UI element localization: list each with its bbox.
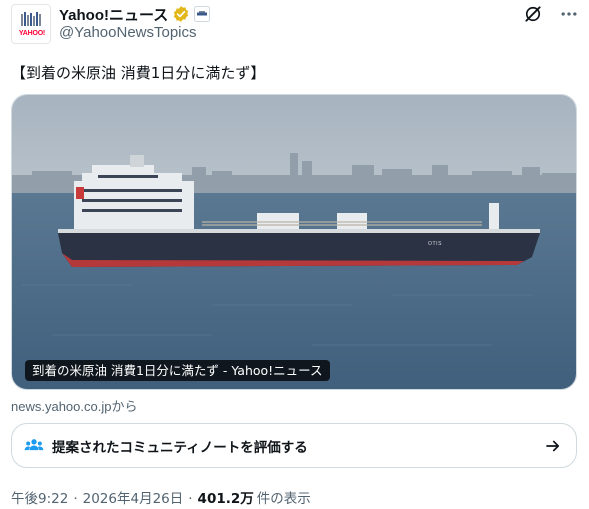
gold-check-icon[interactable] [172,5,190,23]
community-note-label: 提案されたコミュニティノートを評価する [52,439,308,456]
community-note-button[interactable]: 提案されたコミュニティノートを評価する [11,423,577,468]
tweet-time[interactable]: 午後9:22 [11,487,68,507]
display-name[interactable]: Yahoo!ニュース [59,4,168,25]
yahoo-news-logo-icon [20,11,44,27]
name-row: Yahoo!ニュース [59,4,211,25]
header-actions [523,4,579,24]
tweet-header: YAHOO! Yahoo!ニュース @YahooNewsTopics [11,4,579,44]
arrow-right-icon [546,440,560,451]
handle[interactable]: @YahooNewsTopics [59,24,197,41]
tweet-meta: 午後9:22 · 2026年4月26日 · 401.2万 件の表示 [11,487,311,507]
tanker-photo: OTIS [12,95,576,389]
people-icon [24,438,44,450]
svg-text:OTIS: OTIS [428,241,442,247]
square-logo-icon[interactable] [194,6,211,22]
grok-icon[interactable] [523,4,543,24]
media-caption: 到着の米原油 消費1日分に満たず - Yahoo!ニュース [25,360,330,381]
link-source[interactable]: news.yahoo.co.jpから [11,396,137,415]
tweet-date[interactable]: 2026年4月26日 [83,487,184,507]
avatar-logo-text: YAHOO! [18,30,46,37]
tweet-text: 【到着の米原油 消費1日分に満たず】 [11,64,266,82]
view-count-suffix: 件の表示 [256,491,311,507]
more-icon[interactable] [559,4,579,24]
meta-separator: · [188,491,193,507]
view-count[interactable]: 401.2万 [198,487,254,507]
avatar[interactable]: YAHOO! [11,4,51,44]
media-card[interactable]: OTIS 到着の米原油 消費1日分に満たず - Yahoo!ニュース [11,94,577,390]
meta-separator: · [73,491,78,507]
